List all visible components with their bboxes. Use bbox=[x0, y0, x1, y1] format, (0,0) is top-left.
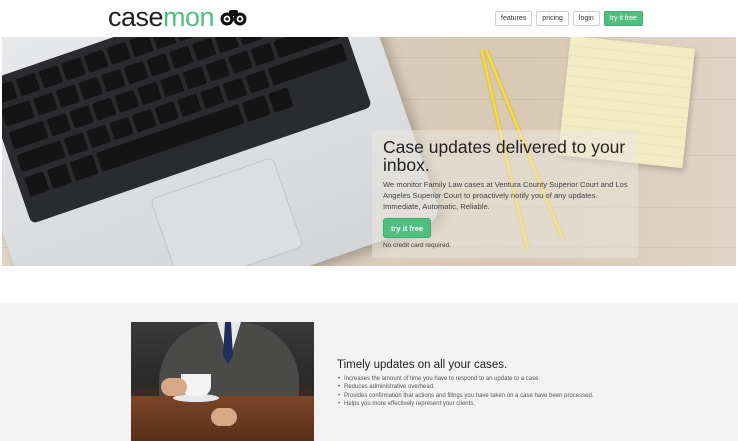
hero-title: Case updates delivered to your inbox. bbox=[383, 137, 626, 175]
photo-hand bbox=[211, 408, 237, 426]
logo-text: casemon bbox=[108, 2, 215, 32]
nav-features-button[interactable]: features bbox=[495, 11, 533, 26]
feature-item: Increases the amount of time you have to… bbox=[338, 375, 594, 384]
features-section: Timely updates on all your cases. Increa… bbox=[0, 303, 738, 441]
top-nav: features pricing login try it free bbox=[495, 11, 643, 26]
hero-card: Case updates delivered to your inbox. We… bbox=[372, 130, 638, 258]
logo-text-case: case bbox=[108, 2, 164, 32]
photo-hand bbox=[161, 378, 187, 396]
binoculars-icon bbox=[220, 10, 247, 26]
feature-item: Helps you more effectively represent you… bbox=[338, 400, 594, 409]
businessman-photo bbox=[131, 322, 314, 441]
hero-try-free-button[interactable]: try it free bbox=[383, 218, 431, 238]
nav-try-free-button[interactable]: try it free bbox=[603, 11, 643, 26]
feature-item: Provides confirmation that actions and f… bbox=[338, 392, 594, 401]
nav-login-button[interactable]: login bbox=[572, 11, 600, 26]
logo[interactable]: casemon bbox=[108, 3, 247, 31]
logo-text-mon: mon bbox=[163, 2, 215, 32]
hero-section: Case updates delivered to your inbox. We… bbox=[2, 37, 736, 266]
site-header: casemon features pricing login try it fr… bbox=[0, 0, 738, 37]
feature-item: Reduces administrative overhead. bbox=[338, 383, 594, 392]
hero-description: We monitor Family Law cases at Ventura C… bbox=[383, 180, 628, 211]
hero-note: No credit card required. bbox=[383, 242, 451, 249]
features-list: Increases the amount of time you have to… bbox=[338, 375, 594, 409]
features-title: Timely updates on all your cases. bbox=[337, 359, 508, 371]
nav-pricing-button[interactable]: pricing bbox=[536, 11, 569, 26]
